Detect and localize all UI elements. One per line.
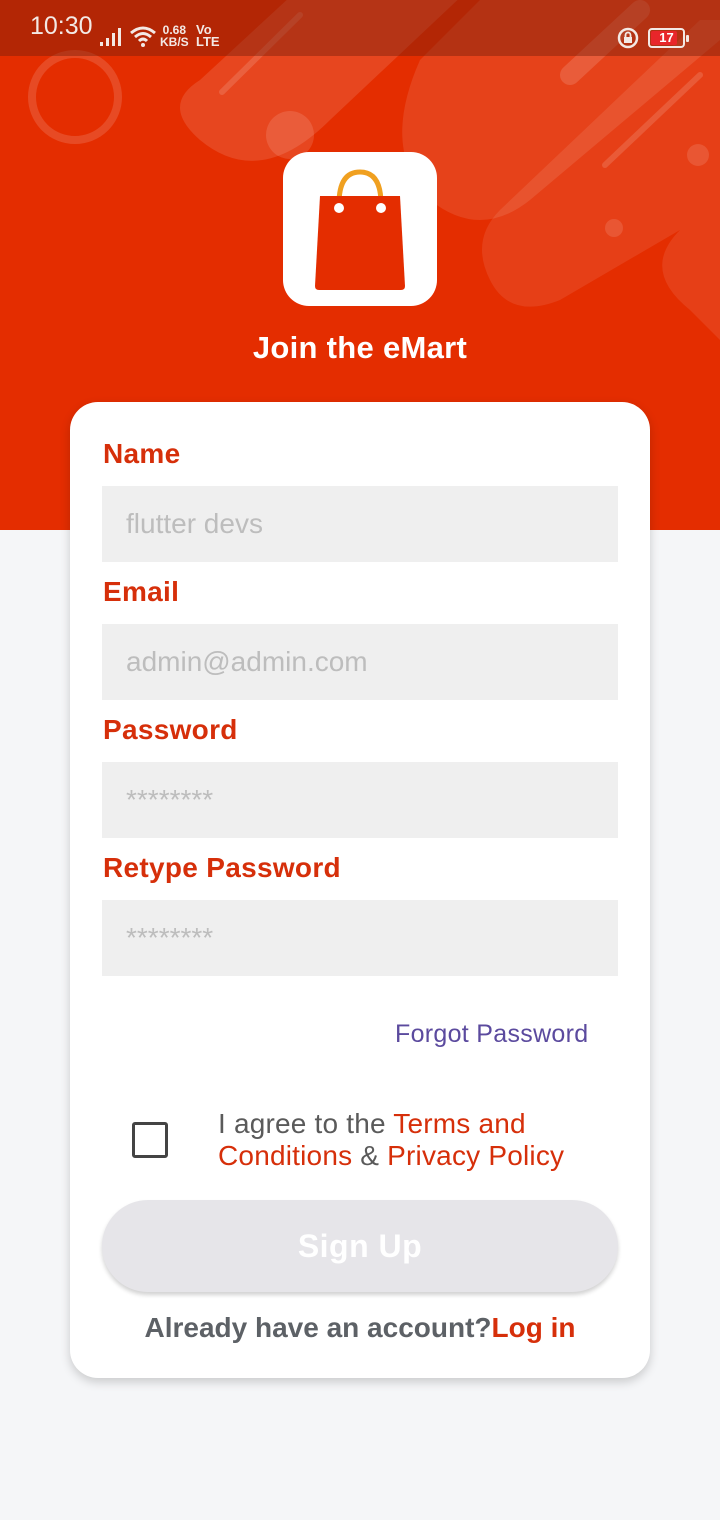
network-type: Vo LTE bbox=[196, 23, 220, 49]
log-in-link[interactable]: Log in bbox=[492, 1312, 576, 1343]
email-label: Email bbox=[103, 576, 180, 607]
shopping-bag-icon bbox=[315, 169, 405, 290]
retype-password-field-container bbox=[102, 900, 618, 976]
have-account-text: Already have an account? bbox=[144, 1312, 492, 1343]
signup-form-card: Name Email Password Retype Password Forg… bbox=[70, 402, 650, 1378]
password-field-container bbox=[102, 762, 618, 838]
battery-icon: 17 bbox=[648, 28, 689, 48]
agree-text: I agree to the Terms and Conditions & Pr… bbox=[218, 1108, 618, 1172]
name-label: Name bbox=[103, 438, 181, 469]
app-logo bbox=[283, 152, 437, 306]
privacy-link[interactable]: Privacy Policy bbox=[387, 1140, 564, 1171]
signal-icon bbox=[100, 28, 121, 46]
password-input[interactable] bbox=[102, 762, 618, 838]
page-title: Join the eMart bbox=[252, 330, 468, 365]
status-bar: 10:30 0.68 KB/S Vo LTE 17 bbox=[0, 0, 720, 56]
status-time: 10:30 bbox=[30, 12, 93, 40]
name-input[interactable] bbox=[102, 486, 618, 562]
retype-password-input[interactable] bbox=[102, 900, 618, 976]
speed-unit: KB/S bbox=[160, 35, 189, 49]
wifi-icon bbox=[130, 26, 156, 47]
agree-and: & bbox=[352, 1140, 388, 1171]
battery-level: 17 bbox=[659, 30, 674, 45]
sign-up-button[interactable]: Sign Up bbox=[102, 1200, 618, 1292]
login-prompt: Already have an account?Log in bbox=[70, 1312, 650, 1344]
forgot-password-link[interactable]: Forgot Password bbox=[395, 1020, 588, 1049]
email-field-container bbox=[102, 624, 618, 700]
network-speed: 0.68 KB/S bbox=[160, 24, 189, 48]
password-label: Password bbox=[103, 714, 238, 745]
agree-checkbox[interactable] bbox=[132, 1122, 168, 1158]
email-input[interactable] bbox=[102, 624, 618, 700]
agree-prefix: I agree to the bbox=[218, 1108, 394, 1139]
rotation-lock-icon bbox=[617, 27, 639, 49]
network-lte: LTE bbox=[196, 34, 220, 49]
retype-password-label: Retype Password bbox=[103, 852, 341, 883]
name-field-container bbox=[102, 486, 618, 562]
